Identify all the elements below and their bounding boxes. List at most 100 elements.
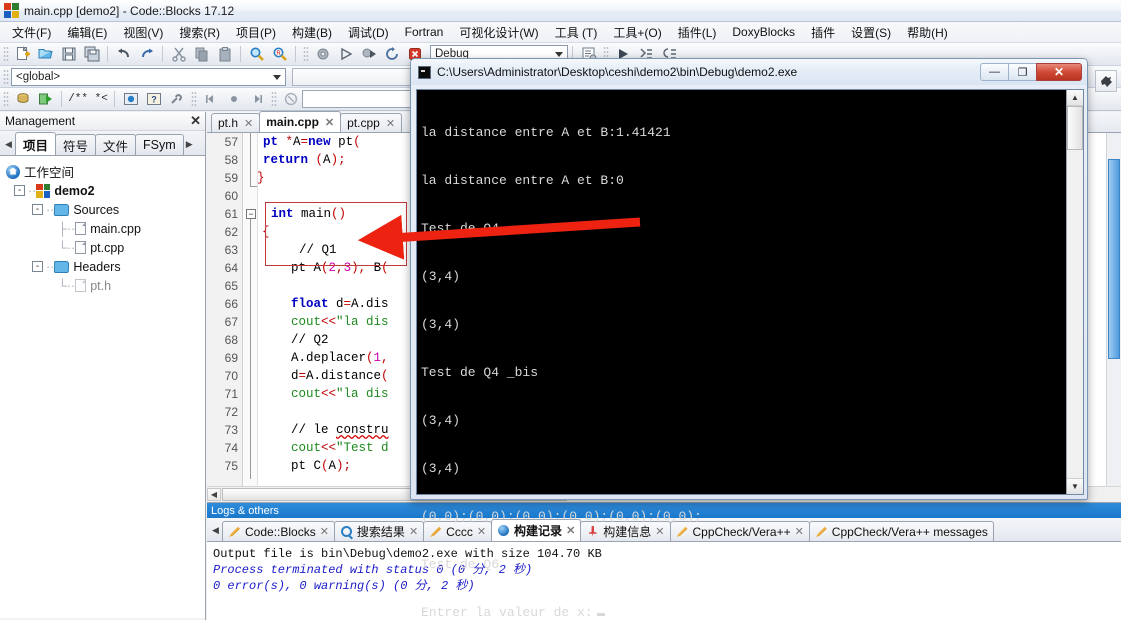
clear-search-icon[interactable] (280, 90, 301, 109)
cut-icon[interactable] (168, 45, 189, 64)
redo-icon[interactable] (136, 45, 157, 64)
find-icon[interactable] (246, 45, 267, 64)
close-icon[interactable]: ✕ (320, 525, 329, 538)
menu-tools[interactable]: 工具 (T) (547, 22, 606, 43)
doxyblocks-run-icon[interactable] (120, 90, 141, 109)
tree-item-workspace[interactable]: 工作空间 (6, 162, 205, 181)
toolbar-grip[interactable] (3, 46, 9, 62)
menu-plugins[interactable]: 插件(L) (670, 22, 725, 43)
tab-files[interactable]: 文件 (95, 134, 137, 155)
menu-wxsmith[interactable]: 可视化设计(W) (451, 22, 546, 43)
menu-file[interactable]: 文件(F) (4, 22, 59, 43)
editor-vscrollbar[interactable] (1106, 133, 1121, 486)
rebuild-icon[interactable] (381, 45, 402, 64)
console-title-bar[interactable]: C:\Users\Administrator\Desktop\ceshi\dem… (411, 59, 1087, 85)
editor-tab-main-cpp[interactable]: main.cpp ✕ (259, 111, 342, 132)
logs-tab-build-log[interactable]: 构建记录 ✕ (491, 519, 582, 541)
menu-edit[interactable]: 编辑(E) (59, 22, 115, 43)
scope-selector[interactable]: <global> (11, 67, 286, 86)
management-panel: Management ✕ ◀ 项目 符号 文件 FSym ▶ 工作空间 - ··… (0, 112, 206, 620)
build-gear-icon[interactable] (312, 45, 333, 64)
tab-scroll-left-icon[interactable]: ◀ (2, 133, 15, 155)
browse-here-icon[interactable] (223, 90, 244, 109)
logs-tab-codeblocks[interactable]: Code::Blocks ✕ (222, 521, 335, 541)
maximize-button[interactable]: ❐ (1008, 63, 1036, 81)
toolbar-separator (107, 46, 108, 62)
new-file-icon[interactable] (12, 45, 33, 64)
menu-search[interactable]: 搜索(R) (171, 22, 228, 43)
close-icon[interactable]: ✕ (566, 524, 575, 537)
menu-bar: 文件(F) 编辑(E) 视图(V) 搜索(R) 项目(P) 构建(B) 调试(D… (0, 22, 1121, 43)
tree-item-main-cpp[interactable]: ├·· main.cpp (6, 219, 205, 238)
tree-item-headers-folder[interactable]: - ·· Headers (6, 257, 205, 276)
close-button[interactable]: ✕ (1036, 63, 1082, 81)
menu-tools-plus[interactable]: 工具+(O) (605, 22, 669, 43)
editor-tab-pt-h[interactable]: pt.h ✕ (211, 113, 261, 132)
browse-back-icon[interactable] (200, 90, 221, 109)
editor-tab-pt-cpp[interactable]: pt.cpp ✕ (340, 113, 403, 132)
close-icon[interactable]: ✕ (190, 113, 201, 129)
copy-icon[interactable] (191, 45, 212, 64)
logs-tab-scroll-left-icon[interactable]: ◀ (209, 519, 222, 541)
logs-tab-search-results[interactable]: 搜索结果 ✕ (333, 521, 425, 541)
tree-item-pt-cpp[interactable]: └·· pt.cpp (6, 238, 205, 257)
console-scrollbar[interactable]: ▲ ▼ (1066, 90, 1083, 494)
toolbar-grip-7[interactable] (271, 91, 277, 107)
toolbar-grip-2[interactable] (303, 46, 309, 62)
undo-icon[interactable] (113, 45, 134, 64)
expander-toggle[interactable]: - (32, 261, 43, 272)
menu-doxyblocks[interactable]: DoxyBlocks (724, 23, 803, 41)
console-output-area[interactable]: la distance entre A et B:1.41421 la dist… (416, 89, 1084, 620)
scroll-left-icon[interactable]: ◀ (207, 487, 221, 501)
scroll-up-icon[interactable]: ▲ (1067, 90, 1083, 106)
close-icon[interactable]: ✕ (244, 117, 253, 130)
minimize-button[interactable]: — (980, 63, 1008, 81)
tab-projects[interactable]: 项目 (15, 132, 57, 155)
run-symbols-icon[interactable] (35, 90, 56, 109)
menu-plugins-2[interactable]: 插件 (803, 22, 843, 43)
tab-fsymbols[interactable]: FSym (135, 134, 184, 155)
tab-symbols[interactable]: 符号 (55, 134, 97, 155)
menu-settings[interactable]: 设置(S) (843, 22, 899, 43)
toolbar-separator (114, 91, 115, 107)
console-line-prompt: Entrer la valeur de x: (421, 605, 1066, 620)
close-icon[interactable]: ✕ (386, 117, 395, 130)
scroll-thumb[interactable] (1108, 159, 1120, 359)
tree-item-label: 工作空间 (24, 166, 75, 180)
toolbar-grip-5[interactable] (3, 91, 9, 107)
menu-help[interactable]: 帮助(H) (899, 22, 956, 43)
save-icon[interactable] (58, 45, 79, 64)
save-all-icon[interactable] (81, 45, 102, 64)
menu-project[interactable]: 项目(P) (228, 22, 284, 43)
expander-toggle[interactable]: - (32, 204, 43, 215)
function-selector[interactable] (292, 67, 412, 86)
doxyblocks-help-icon[interactable]: ? (143, 90, 164, 109)
doxygen-comment-icon[interactable]: /** *< (67, 90, 109, 109)
project-tree[interactable]: 工作空间 - ·· demo2 - ·· Sources ├·· main.cp… (0, 156, 205, 618)
browse-forward-icon[interactable] (246, 90, 267, 109)
replace-icon[interactable]: R (269, 45, 290, 64)
build-run-icon[interactable] (358, 45, 379, 64)
close-icon[interactable]: ✕ (409, 525, 418, 538)
tree-item-project[interactable]: - ·· demo2 (6, 181, 205, 200)
console-scroll-thumb[interactable] (1067, 106, 1083, 150)
menu-fortran[interactable]: Fortran (397, 23, 452, 41)
tree-item-pt-h[interactable]: └·· pt.h (6, 276, 205, 295)
console-line: (3,4) (421, 317, 461, 332)
pin-window-icon[interactable] (1095, 70, 1117, 92)
menu-view[interactable]: 视图(V) (115, 22, 171, 43)
expander-toggle[interactable]: - (14, 185, 25, 196)
class-browser-icon[interactable] (12, 90, 33, 109)
run-icon[interactable] (335, 45, 356, 64)
tree-item-sources-folder[interactable]: - ·· Sources (6, 200, 205, 219)
scroll-down-icon[interactable]: ▼ (1067, 478, 1083, 494)
toolbar-grip-4[interactable] (3, 68, 9, 85)
open-folder-icon[interactable] (35, 45, 56, 64)
toolbar-grip-6[interactable] (191, 91, 197, 107)
menu-debug[interactable]: 调试(D) (340, 22, 397, 43)
paste-icon[interactable] (214, 45, 235, 64)
doxyblocks-settings-icon[interactable] (166, 90, 187, 109)
tab-scroll-right-icon[interactable]: ▶ (183, 133, 196, 155)
close-icon[interactable]: ✕ (325, 116, 334, 129)
menu-build[interactable]: 构建(B) (284, 22, 340, 43)
